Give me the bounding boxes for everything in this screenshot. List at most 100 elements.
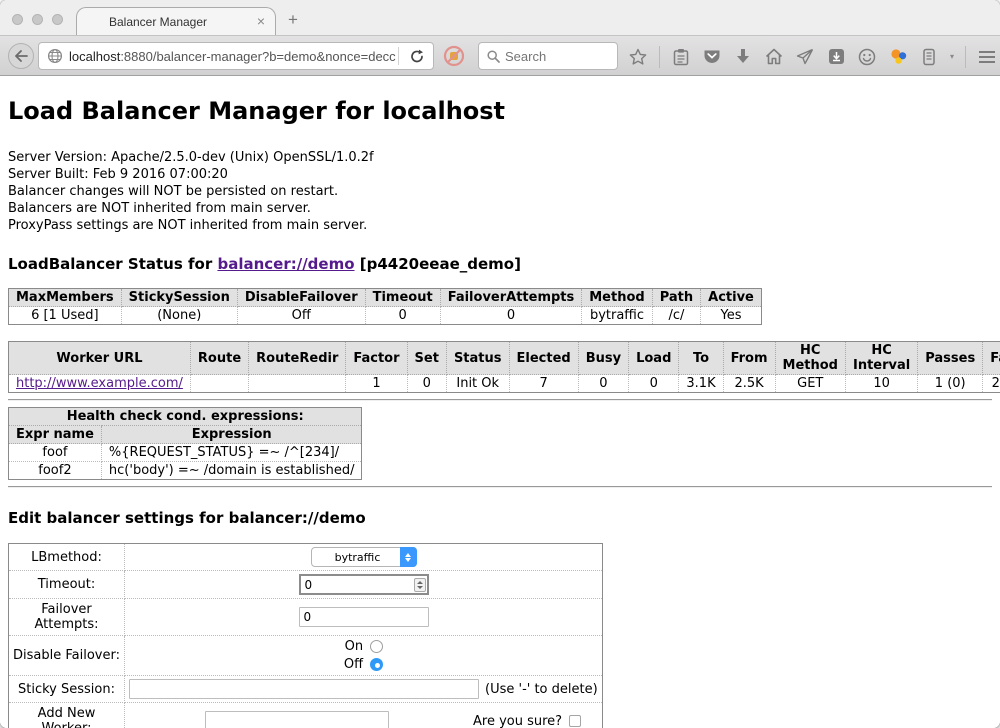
tab-title: Balancer Manager [77,15,239,29]
column-header: Status [446,342,509,375]
battery-icon [923,48,935,66]
table-header-row: Worker URL Route RouteRedir Factor Set S… [9,342,1000,375]
url-bar[interactable]: localhost:8880/balancer-manager?b=demo&n… [38,42,434,70]
hc-method-cell: GET [775,375,845,393]
menu-button[interactable] [977,45,997,69]
navigation-toolbar: localhost:8880/balancer-manager?b=demo&n… [0,35,1000,76]
health-check-table: Health check cond. expressions: Expr nam… [8,407,362,480]
table-header-row: Expr name Expression [9,426,362,444]
table-title-row: Health check cond. expressions: [9,408,362,426]
download-square-icon [828,48,845,65]
column-header: FailoverAttempts [440,289,582,307]
tab-close-icon[interactable]: × [257,13,265,29]
failover-attempts-input[interactable] [299,607,429,627]
add-worker-row: Add New Worker: Are you sure? [9,703,603,728]
window-minimize-button[interactable] [32,14,43,25]
worker-url-link[interactable]: http://www.example.com/ [16,376,183,391]
worker-url-cell: http://www.example.com/ [9,375,191,393]
worker-table: Worker URL Route RouteRedir Factor Set S… [8,341,1000,393]
back-button[interactable] [8,43,34,69]
table-row: foof %{REQUEST_STATUS} =~ /^[234]/ [9,444,362,462]
hc-interval-cell: 10 [845,375,917,393]
column-header: Expression [101,426,362,444]
lbmethod-selected-value: bytraffic [322,551,394,564]
toolbar-separator [965,46,966,68]
send-to-device-button[interactable] [795,45,815,69]
divider [8,486,992,488]
disable-failover-value: Off [237,307,365,325]
add-worker-input[interactable] [205,711,389,728]
column-header: DisableFailover [237,289,365,307]
timeout-label: Timeout: [9,571,125,599]
sticky-session-hint: (Use '-' to delete) [485,682,598,697]
page-title: Load Balancer Manager for localhost [8,97,992,125]
column-header: HC Method [775,342,845,375]
downloads-button[interactable] [733,45,753,69]
tab-balancer-manager[interactable]: Balancer Manager × [76,7,276,35]
feedback-button[interactable] [857,45,877,69]
extension-colored-button[interactable] [888,45,908,69]
search-icon [487,50,500,63]
disable-failover-row: Disable Failover: On Off [9,636,603,676]
session-manager-button[interactable] [919,45,939,69]
passes-cell: 1 (0) [918,375,983,393]
method-value: bytraffic [582,307,652,325]
disable-failover-off-radio[interactable] [370,658,383,671]
sticky-session-input[interactable] [129,679,479,699]
bookmark-star-button[interactable] [628,45,648,69]
save-page-button[interactable] [826,45,846,69]
lbmethod-select[interactable]: bytraffic [311,547,417,567]
health-table-title: Health check cond. expressions: [9,408,362,426]
timeout-row: Timeout: [9,571,603,599]
reload-button[interactable] [401,49,433,64]
column-header: StickySession [121,289,237,307]
search-input[interactable] [505,49,600,64]
balancers-note-line: Balancers are NOT inherited from main se… [8,200,992,217]
worker-row: http://www.example.com/ 1 0 Init Ok 7 0 … [9,375,1000,393]
are-you-sure-checkbox[interactable] [569,715,581,727]
disable-failover-label: Disable Failover: [9,636,125,676]
number-spinner-icon[interactable] [414,578,426,592]
timeout-input[interactable] [299,574,429,595]
failover-attempts-value: 0 [440,307,582,325]
are-you-sure-label: Are you sure? [473,714,562,728]
server-version-line: Server Version: Apache/2.5.0-dev (Unix) … [8,149,992,166]
to-cell: 3.1K [679,375,723,393]
persist-note-line: Balancer changes will NOT be persisted o… [8,183,992,200]
add-worker-label: Add New Worker: [9,703,125,728]
window-close-button[interactable] [12,14,23,25]
factor-cell: 1 [346,375,407,393]
balancer-demo-link[interactable]: balancer://demo [217,255,354,273]
table-header-row: MaxMembers StickySession DisableFailover… [9,289,762,307]
column-header: Active [701,289,762,307]
load-cell: 0 [629,375,679,393]
column-header: Timeout [365,289,440,307]
column-header: To [679,342,723,375]
balancer-status-table: MaxMembers StickySession DisableFailover… [8,288,762,325]
toolbar-overflow-caret-icon[interactable]: ▾ [950,52,954,61]
pocket-icon [703,48,721,65]
browser-window: Balancer Manager × + localhost:8880/bala… [0,0,1000,728]
max-members-value: 6 [1 Used] [9,307,122,325]
table-row: foof2 hc('body') =~ /domain is establish… [9,462,362,480]
column-header: HC Interval [845,342,917,375]
elected-cell: 7 [509,375,578,393]
plugin-blocked-button[interactable] [443,45,465,67]
bookmarks-menu-button[interactable] [671,45,691,69]
search-bar[interactable] [478,42,618,70]
pocket-button[interactable] [702,45,722,69]
sticky-session-row: Sticky Session: (Use '-' to delete) [9,676,603,703]
column-header: RouteRedir [249,342,346,375]
expression-cell: hc('body') =~ /domain is established/ [101,462,362,480]
disable-failover-on-radio[interactable] [370,640,383,653]
divider [8,399,992,401]
download-arrow-icon [736,48,750,65]
column-header: Path [652,289,700,307]
window-zoom-button[interactable] [52,14,63,25]
home-button[interactable] [764,45,784,69]
column-header: Passes [918,342,983,375]
url-text[interactable]: localhost:8880/balancer-manager?b=demo&n… [69,49,396,64]
column-header: MaxMembers [9,289,122,307]
new-tab-button[interactable]: + [288,10,298,30]
column-header: Load [629,342,679,375]
